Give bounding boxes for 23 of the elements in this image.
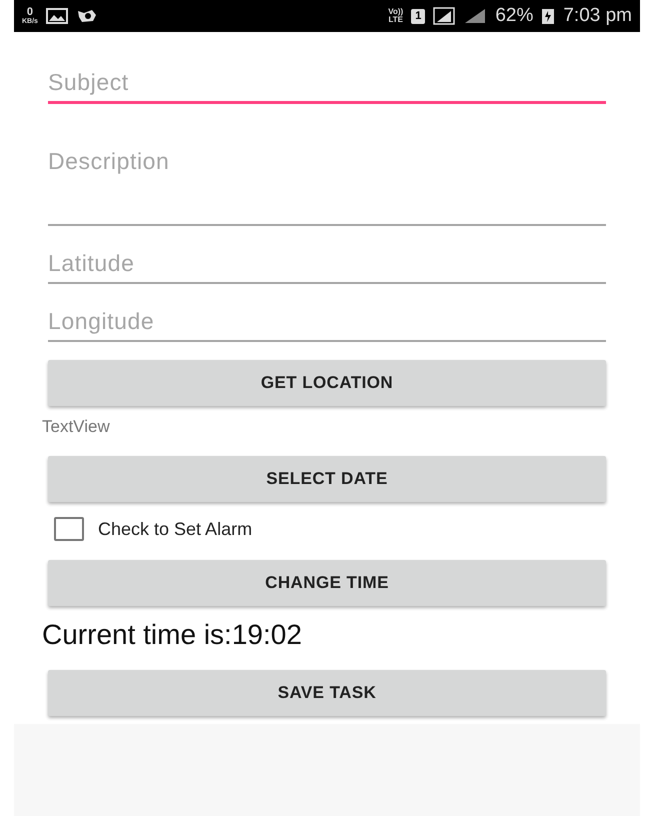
battery-percent: 62% [495,4,534,28]
image-icon [46,8,68,24]
action-button[interactable]: GET LOCATION [48,360,606,406]
sim-badge: 1 [411,8,426,24]
clock: 7:03 pm [563,4,632,28]
volte-top: Vo)) [388,8,404,16]
alarm-checkbox[interactable]: Check to Set Alarm [54,516,646,542]
text-area[interactable]: Description [48,144,606,226]
speed-value: 0 [26,7,34,18]
current-time-text: Current time is:19:02 [42,618,303,652]
text-field[interactable]: Subject [48,64,606,104]
text-field[interactable]: Longitude [48,302,606,342]
checkbox-square[interactable] [54,517,84,541]
action-button[interactable]: CHANGE TIME [48,560,606,606]
text-field[interactable]: Latitude [48,244,606,284]
signal-icon [463,8,488,24]
checkbox-label: Check to Set Alarm [98,518,252,540]
battery-icon [541,7,556,25]
text-view: TextView [42,416,111,438]
signal-icon [433,7,456,25]
action-button[interactable]: SELECT DATE [48,456,606,502]
action-button[interactable]: SAVE TASK [48,670,606,716]
volte-bottom: LTE [388,16,403,24]
